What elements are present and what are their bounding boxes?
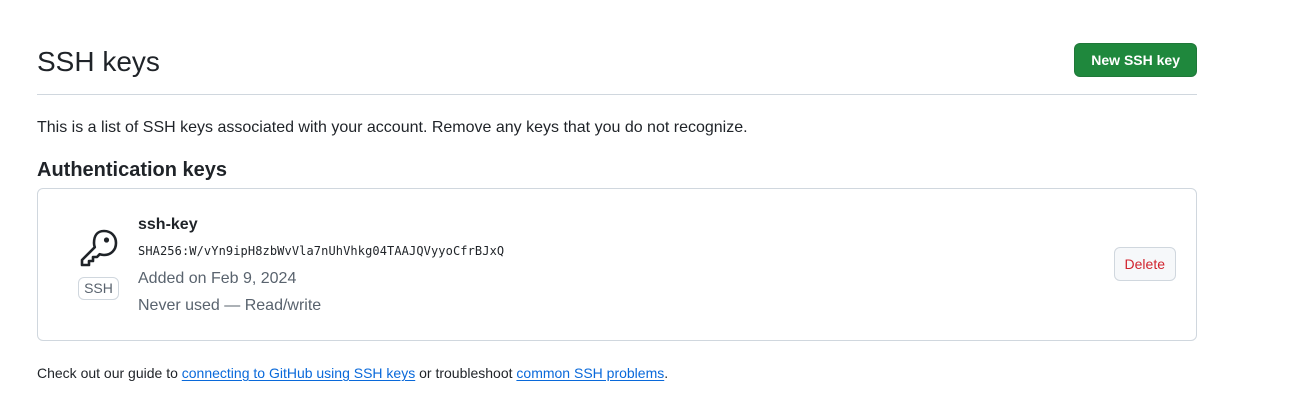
key-title: ssh-key bbox=[138, 216, 198, 233]
key-added-date: Added on Feb 9, 2024 bbox=[138, 270, 297, 287]
footer-suffix: . bbox=[664, 365, 669, 381]
key-icon-column bbox=[78, 227, 120, 269]
ssh-troubleshoot-link[interactable]: common SSH problems bbox=[516, 365, 664, 381]
new-ssh-key-button[interactable]: New SSH key bbox=[1074, 43, 1197, 77]
key-fingerprint: SHA256:W/vYn9ipH8zbWvVla7nUhVhkg04TAAJQV… bbox=[138, 244, 505, 258]
intro-text: This is a list of SSH keys associated wi… bbox=[37, 119, 748, 136]
page-header: SSH keys New SSH key bbox=[37, 0, 1197, 95]
authentication-keys-heading: Authentication keys bbox=[37, 159, 228, 181]
footer-middle: or troubleshoot bbox=[415, 365, 517, 381]
key-icon bbox=[80, 229, 118, 267]
footer-prefix: Check out our guide to bbox=[37, 365, 182, 381]
ssh-guide-link[interactable]: connecting to GitHub using SSH keys bbox=[182, 365, 415, 381]
ssh-type-badge: SSH bbox=[78, 277, 119, 300]
ssh-key-list: SSH ssh-key SHA256:W/vYn9ipH8zbWvVla7nUh… bbox=[37, 188, 1197, 341]
footer-help-text: Check out our guide to connecting to Git… bbox=[37, 362, 668, 384]
key-usage-status: Never used — Read/write bbox=[138, 297, 322, 314]
delete-key-button[interactable]: Delete bbox=[1113, 247, 1176, 281]
key-details: ssh-key SHA256:W/vYn9ipH8zbWvVla7nUhVhkg… bbox=[138, 213, 504, 319]
page-title: SSH keys bbox=[37, 46, 160, 77]
ssh-keys-settings-panel: SSH keys New SSH key This is a list of S… bbox=[37, 0, 1197, 381]
